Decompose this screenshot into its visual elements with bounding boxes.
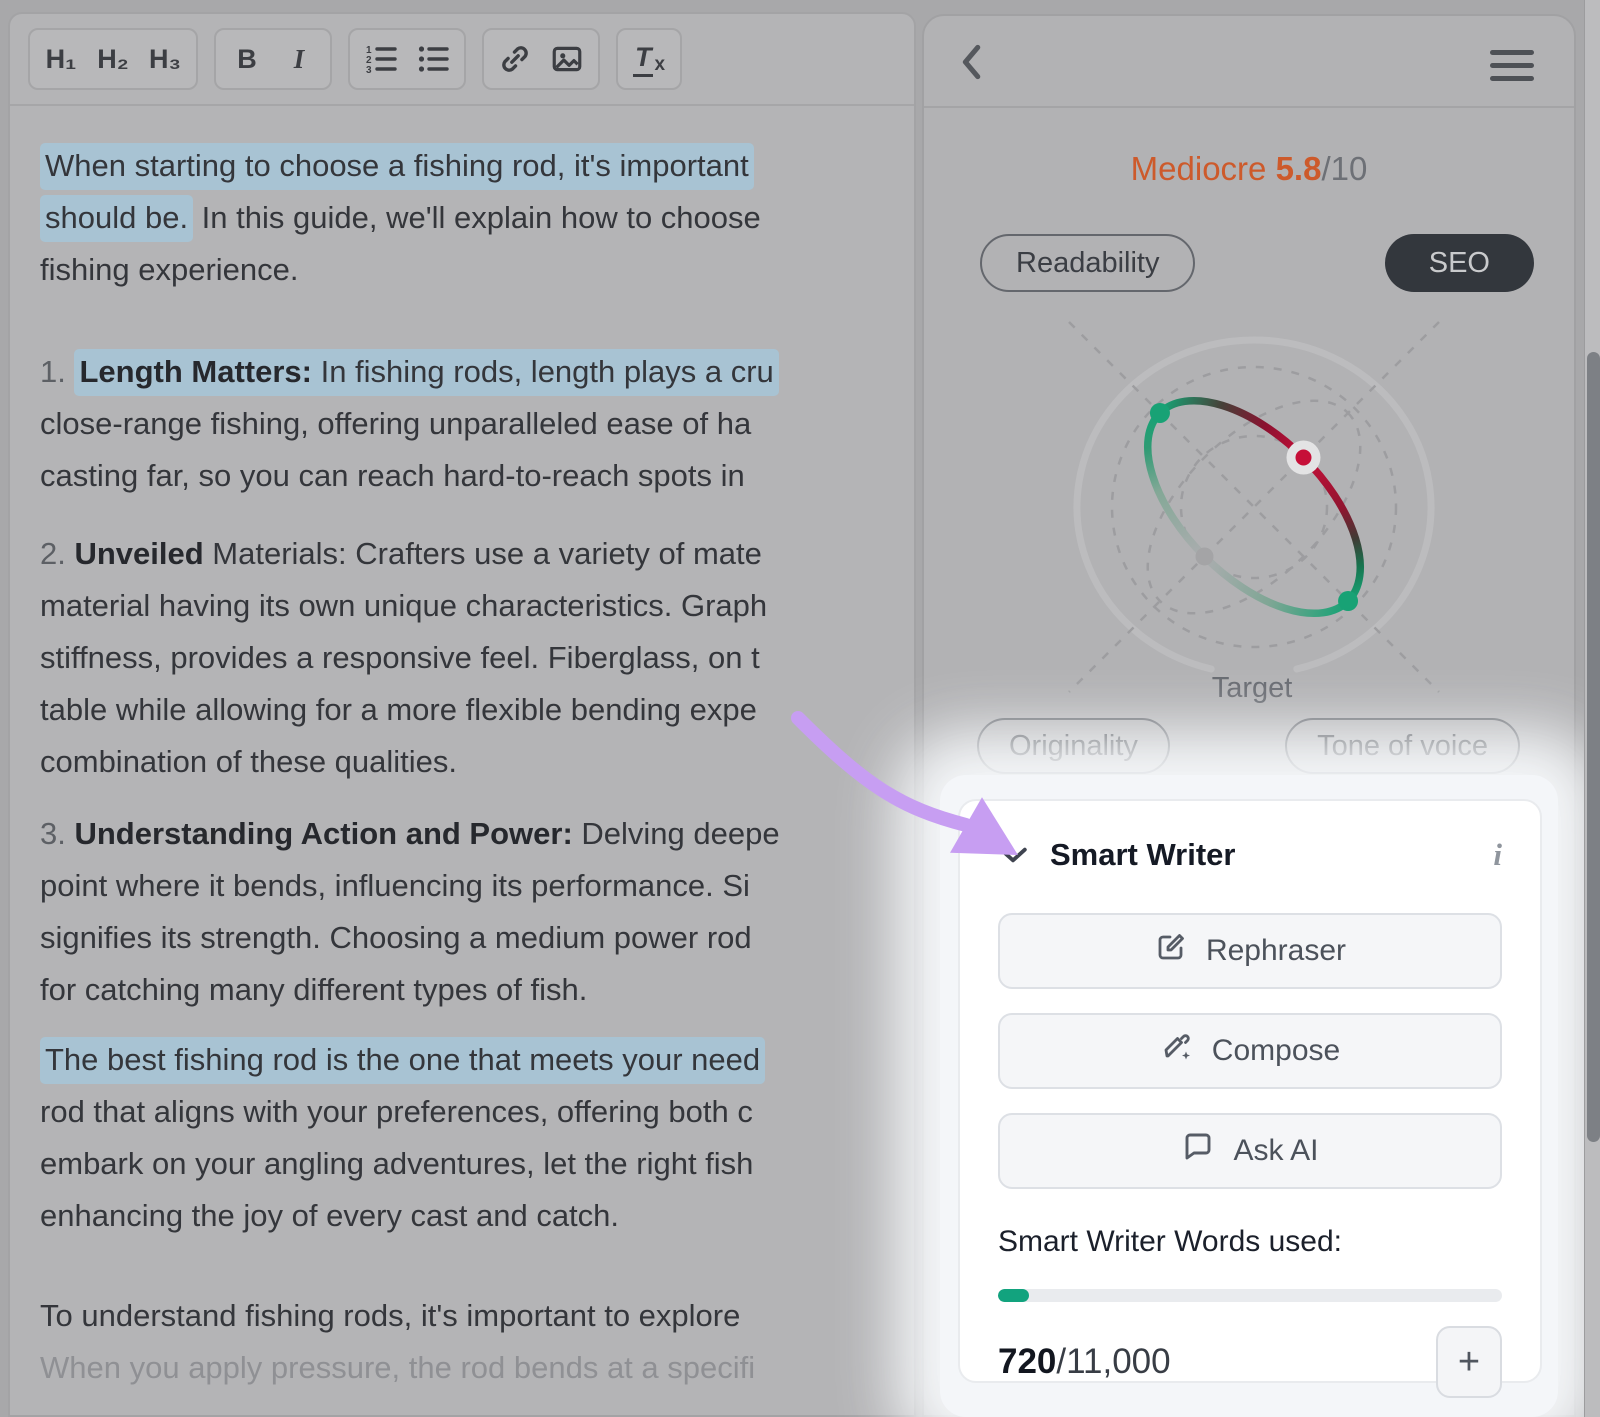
h1-button[interactable]: H₁: [35, 33, 87, 85]
plus-icon: +: [1458, 1341, 1480, 1384]
tab-readability[interactable]: Readability: [980, 234, 1195, 292]
annotation-arrow: [770, 690, 1070, 880]
list-item-1: 1. Length Matters: In fishing rods, leng…: [40, 346, 914, 502]
compose-button[interactable]: Compose: [998, 1013, 1502, 1089]
insert-group: [482, 28, 600, 90]
clear-formatting-button[interactable]: Tx: [623, 33, 675, 85]
italic-button[interactable]: I: [273, 33, 325, 85]
tab-seo[interactable]: SEO: [1385, 234, 1534, 292]
panel-header: [924, 16, 1574, 108]
editor-toolbar: H₁ H₂ H₃ B I 123: [10, 14, 914, 106]
chat-bubble-icon: [1181, 1130, 1215, 1172]
words-used-label: Smart Writer Words used:: [998, 1225, 1502, 1259]
scrollbar-thumb[interactable]: [1587, 352, 1600, 1142]
overall-score: Mediocre 5.8/10: [924, 150, 1574, 188]
info-icon[interactable]: i: [1493, 837, 1502, 873]
score-grade: Mediocre: [1131, 150, 1267, 187]
smart-writer-card: Smart Writer i Rephraser Compose Ask: [958, 799, 1542, 1383]
score-chart: Target: [984, 302, 1524, 722]
clear-formatting-icon: Tx: [633, 42, 665, 77]
image-button[interactable]: [541, 33, 593, 85]
hamburger-icon: [1490, 50, 1534, 81]
smart-writer-title: Smart Writer: [1050, 837, 1236, 873]
highlighted-text: When starting to choose a fishing rod, i…: [40, 143, 754, 190]
link-icon: [498, 42, 532, 76]
ask-ai-button[interactable]: Ask AI: [998, 1113, 1502, 1189]
words-counter-row: 720/11,000 +: [998, 1326, 1502, 1398]
add-words-button[interactable]: +: [1436, 1326, 1502, 1398]
format-group: Tx: [616, 28, 682, 90]
h2-button[interactable]: H₂: [87, 33, 139, 85]
words-used-progressbar: [998, 1289, 1502, 1302]
chevron-left-icon: [958, 67, 984, 84]
score-tabs: Readability SEO: [924, 234, 1574, 292]
paragraph-best-rod: The best fishing rod is the one that mee…: [40, 1034, 914, 1242]
text-style-group: B I: [214, 28, 332, 90]
smart-writer-header: Smart Writer i: [998, 837, 1502, 873]
highlighted-text: The best fishing rod is the one that mee…: [40, 1037, 765, 1084]
score-value: 5.8: [1276, 150, 1322, 187]
highlighted-text: Length Matters: In fishing rods, length …: [74, 349, 778, 396]
magic-pen-icon: [1160, 1030, 1194, 1072]
bullet-list-icon: [416, 42, 450, 76]
list-group: 123: [348, 28, 466, 90]
link-button[interactable]: [489, 33, 541, 85]
app-window: H₁ H₂ H₃ B I 123: [0, 0, 1600, 1417]
words-counter: 720/11,000: [998, 1342, 1171, 1382]
highlighted-text: should be.: [40, 195, 193, 242]
scrollbar-track[interactable]: [1584, 0, 1600, 1417]
h3-button[interactable]: H₃: [139, 33, 191, 85]
bold-button[interactable]: B: [221, 33, 273, 85]
ordered-list-icon: 123: [364, 42, 398, 76]
rephraser-button[interactable]: Rephraser: [998, 913, 1502, 989]
words-used-progress-fill: [998, 1289, 1029, 1302]
score-max: /10: [1321, 150, 1367, 187]
bullet-list-button[interactable]: [407, 33, 459, 85]
heading-group: H₁ H₂ H₃: [28, 28, 198, 90]
chart-target-label: Target: [1212, 672, 1293, 704]
image-icon: [550, 42, 584, 76]
paragraph-intro: When starting to choose a fishing rod, i…: [40, 140, 914, 296]
edit-icon: [1154, 930, 1188, 972]
paragraph-outro: To understand fishing rods, it's importa…: [40, 1290, 914, 1394]
svg-text:3: 3: [366, 65, 372, 76]
menu-button[interactable]: [1490, 42, 1534, 89]
back-button[interactable]: [958, 44, 984, 80]
ordered-list-button[interactable]: 123: [355, 33, 407, 85]
tab-tone-of-voice[interactable]: Tone of voice: [1285, 718, 1520, 774]
